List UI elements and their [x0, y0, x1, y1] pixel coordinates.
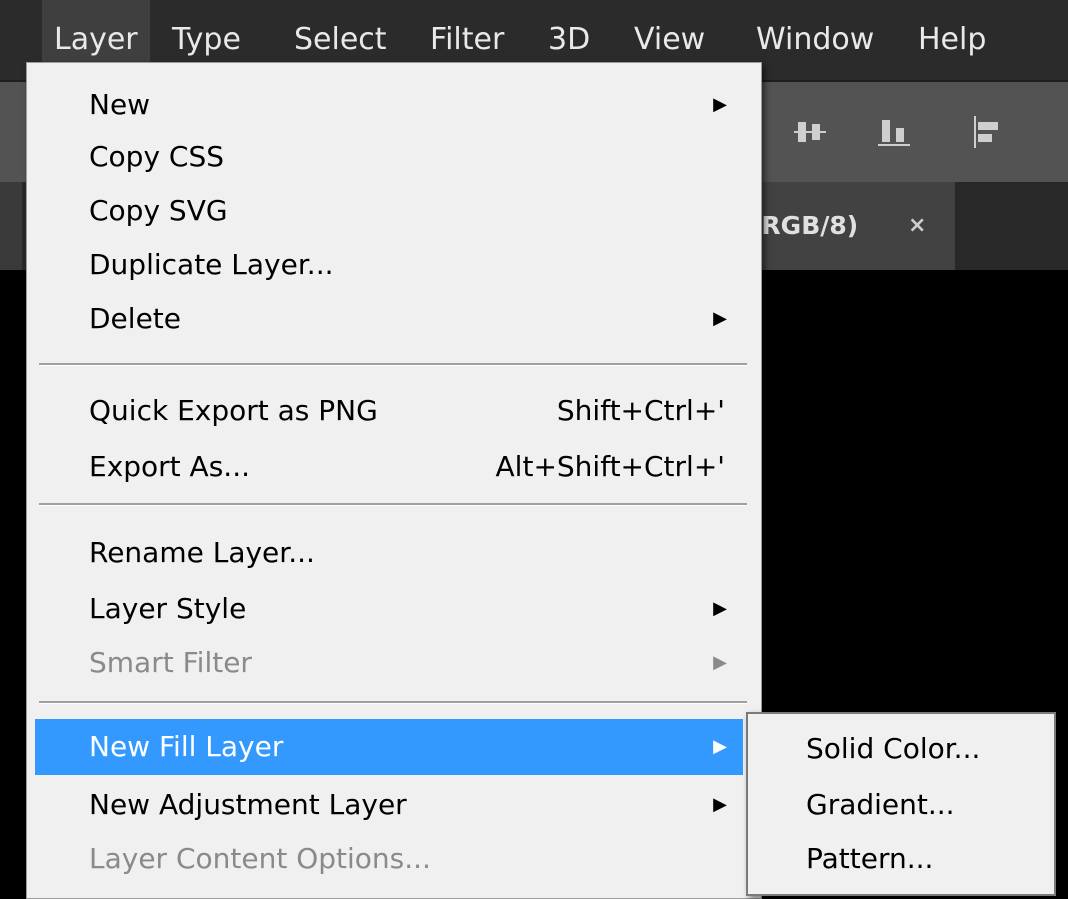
document-tab-label: (RGB/8)	[750, 211, 859, 240]
menu-item-label: New Adjustment Layer	[89, 788, 407, 821]
menu-item-label: Layer Style	[89, 592, 247, 625]
close-icon[interactable]: ×	[908, 182, 926, 270]
menubar-window[interactable]: Window	[744, 0, 886, 80]
menu-item-duplicate-layer[interactable]: Duplicate Layer...	[35, 239, 743, 291]
menu-item-smart-filter: Smart Filter ▶	[35, 637, 743, 689]
menu-item-label: Copy CSS	[89, 140, 225, 173]
submenu-arrow-icon: ▶	[713, 736, 727, 757]
menu-item-copy-svg[interactable]: Copy SVG	[35, 185, 743, 237]
menu-item-label: New	[89, 88, 151, 121]
menu-separator	[39, 701, 747, 704]
menu-item-label: Duplicate Layer...	[89, 248, 334, 281]
menu-item-label: Delete	[89, 302, 181, 335]
submenu-arrow-icon: ▶	[713, 308, 727, 329]
submenu-item-pattern[interactable]: Pattern...	[754, 832, 1048, 886]
menubar-help[interactable]: Help	[906, 0, 998, 80]
document-tab[interactable]: (RGB/8) ×	[730, 182, 955, 270]
menu-item-quick-export-png[interactable]: Quick Export as PNG Shift+Ctrl+'	[35, 385, 743, 437]
menu-item-export-as[interactable]: Export As... Alt+Shift+Ctrl+'	[35, 441, 743, 493]
menu-item-label: New Fill Layer	[89, 730, 284, 763]
menu-separator	[39, 503, 747, 506]
layer-menu: New ▶ Copy CSS Copy SVG Duplicate Layer.…	[26, 62, 762, 899]
menu-item-copy-css[interactable]: Copy CSS	[35, 131, 743, 183]
menu-item-layer-content-options: Layer Content Options...	[35, 833, 743, 885]
submenu-item-label: Gradient...	[806, 788, 955, 821]
menu-separator	[39, 363, 747, 366]
menu-item-shortcut: Alt+Shift+Ctrl+'	[495, 450, 725, 483]
menu-item-label: Rename Layer...	[89, 536, 315, 569]
submenu-item-solid-color[interactable]: Solid Color...	[754, 722, 1048, 776]
menu-item-label: Copy SVG	[89, 194, 228, 227]
menu-item-new-fill-layer[interactable]: New Fill Layer ▶	[35, 719, 743, 775]
align-bottom-edges-icon[interactable]	[876, 112, 916, 152]
new-fill-layer-submenu: Solid Color... Gradient... Pattern...	[746, 712, 1056, 896]
menu-item-layer-style[interactable]: Layer Style ▶	[35, 583, 743, 635]
menu-item-label: Smart Filter	[89, 646, 252, 679]
align-left-edges-icon[interactable]	[968, 112, 1008, 152]
menu-item-new-adjustment-layer[interactable]: New Adjustment Layer ▶	[35, 779, 743, 831]
align-vertical-centers-icon[interactable]	[792, 112, 832, 152]
submenu-item-gradient[interactable]: Gradient...	[754, 778, 1048, 832]
menu-item-shortcut: Shift+Ctrl+'	[556, 394, 725, 427]
menu-item-new[interactable]: New ▶	[35, 79, 743, 131]
submenu-arrow-icon: ▶	[713, 94, 727, 115]
menu-item-delete[interactable]: Delete ▶	[35, 293, 743, 345]
menu-item-label: Quick Export as PNG	[89, 394, 378, 427]
submenu-arrow-icon: ▶	[713, 652, 727, 673]
submenu-arrow-icon: ▶	[713, 794, 727, 815]
menu-item-label: Export As...	[89, 450, 250, 483]
menu-item-rename-layer[interactable]: Rename Layer...	[35, 527, 743, 579]
menu-item-label: Layer Content Options...	[89, 842, 431, 875]
submenu-item-label: Pattern...	[806, 842, 934, 875]
submenu-item-label: Solid Color...	[806, 732, 981, 765]
submenu-arrow-icon: ▶	[713, 598, 727, 619]
